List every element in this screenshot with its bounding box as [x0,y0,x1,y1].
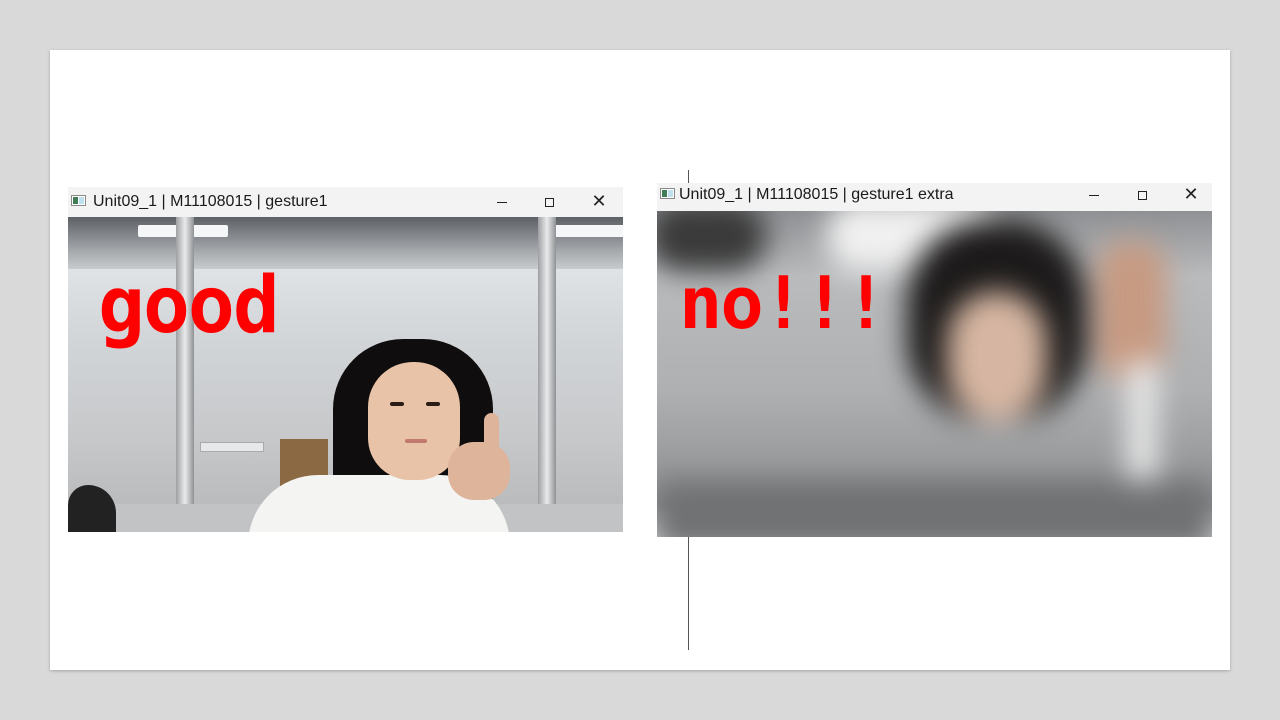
person-eye [390,402,404,406]
camera-feed-image-blurred: no!!! [657,211,1212,537]
minimize-icon [1089,194,1099,196]
minimize-icon [497,201,507,203]
maximize-icon [1137,190,1147,200]
gesture-label: no!!! [679,261,888,345]
camera-window-gesture1[interactable]: Unit09_1 | M11108015 | gesture1 ✕ good [68,187,623,532]
thumbs-up-hand [448,442,510,500]
person-mouth [405,439,427,443]
maximize-icon [544,197,554,207]
window-title: Unit09_1 | M11108015 | gesture1 extra [679,186,954,203]
maximize-button[interactable] [1119,183,1165,207]
minimize-button[interactable] [1071,183,1117,207]
window-title: Unit09_1 | M11108015 | gesture1 [93,193,328,210]
window-pillar [538,217,556,522]
close-button[interactable]: ✕ [1168,183,1214,207]
person-face [368,362,460,480]
close-button[interactable]: ✕ [576,187,622,217]
thumb [484,413,499,455]
wall-sign [200,442,264,452]
blur-face [947,291,1047,421]
minimize-button[interactable] [479,187,525,217]
blurred-flipped-scene [657,211,1212,537]
app-window-icon [71,195,86,206]
app-window-icon [660,188,675,199]
window-titlebar[interactable]: Unit09_1 | M11108015 | gesture1 ✕ [68,187,623,217]
person-eye [426,402,440,406]
blur-floor [657,481,1212,537]
maximize-button[interactable] [526,187,572,217]
gesture-label: good [98,261,280,351]
window-titlebar[interactable]: Unit09_1 | M11108015 | gesture1 extra ✕ [657,183,1212,211]
camera-window-gesture1-extra[interactable]: Unit09_1 | M11108015 | gesture1 extra ✕ [657,183,1212,537]
close-icon: ✕ [1183,184,1199,205]
close-icon: ✕ [591,191,607,212]
camera-feed-image: good [68,217,623,532]
presentation-slide: Unit09_1 | M11108015 | gesture1 ✕ good U… [50,50,1230,670]
chair [68,485,116,532]
blur-hand [1097,241,1167,381]
